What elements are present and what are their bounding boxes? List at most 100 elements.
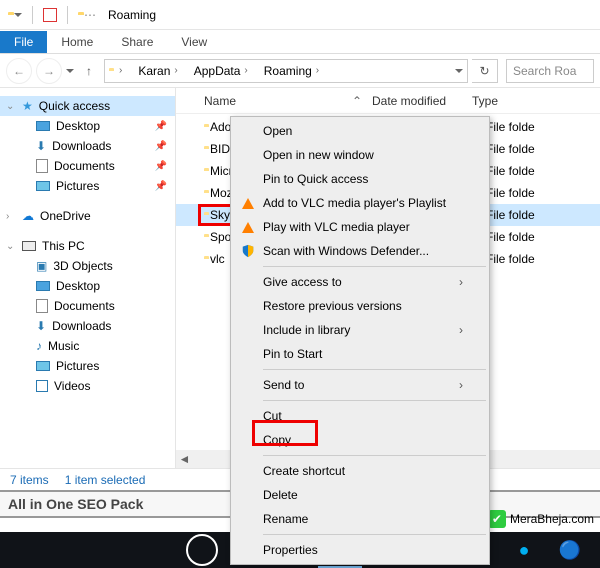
nav-pictures-pc[interactable]: Pictures [0,356,175,376]
ctx-give-access[interactable]: Give access to› [233,270,487,294]
nav-pane: ⌄ ★ Quick access Desktop 📌 ⬇ Downloads 📌… [0,88,176,468]
nav-label: Downloads [52,139,111,153]
nav-documents[interactable]: Documents 📌 [0,156,175,176]
refresh-button[interactable]: ↻ [472,59,498,83]
nav-up-button[interactable]: ↑ [78,60,100,82]
ribbon-tabs: File Home Share View [0,30,600,54]
nav-pictures[interactable]: Pictures 📌 [0,176,175,196]
quick-access-icon: ★ [22,99,33,113]
window-title: Roaming [104,8,156,22]
breadcrumb[interactable]: Karan› [132,62,183,80]
documents-icon [36,299,48,313]
col-type[interactable]: Type [472,94,600,108]
expand-icon[interactable]: › [6,211,9,222]
nav-onedrive[interactable]: › ☁ OneDrive [0,206,175,226]
tab-home[interactable]: Home [47,31,107,53]
nav-music[interactable]: ♪ Music [0,336,175,356]
submenu-arrow-icon: › [459,323,463,337]
qat-dropdown-icon[interactable] [14,13,22,17]
nav-label: Pictures [56,359,99,373]
pin-icon: 📌 [155,121,167,132]
ctx-rename[interactable]: Rename [233,507,487,531]
watermark: ✔ MeraBheja.com [488,510,594,528]
nav-label: Desktop [56,119,100,133]
column-headers[interactable]: Name ⌃ Date modified Type [176,88,600,114]
title-bar: ⋯ Roaming [0,0,600,30]
nav-downloads[interactable]: ⬇ Downloads 📌 [0,136,175,156]
nav-back-button[interactable]: ← [6,58,32,84]
scroll-left-button[interactable]: ◄ [176,452,193,466]
ctx-pin-start[interactable]: Pin to Start [233,342,487,366]
file-type: File folde [486,120,600,134]
nav-label: Documents [54,159,115,173]
file-type: File folde [486,164,600,178]
downloads-icon: ⬇ [36,319,46,333]
file-type: File folde [486,252,600,266]
ctx-defender-scan[interactable]: Scan with Windows Defender... [233,239,487,263]
onedrive-icon: ☁ [22,209,34,223]
ctx-create-shortcut[interactable]: Create shortcut [233,459,487,483]
check-icon: ✔ [488,510,506,528]
ctx-vlc-play[interactable]: Play with VLC media player [233,215,487,239]
address-box[interactable]: › Karan› AppData› Roaming› [104,59,468,83]
sort-indicator-icon: ⌃ [342,94,372,108]
file-type: File folde [486,230,600,244]
breadcrumb[interactable]: AppData› [188,62,254,80]
nav-label: Documents [54,299,115,313]
ctx-properties[interactable]: Properties [233,538,487,562]
cortana-icon [186,534,218,566]
ctx-vlc-add[interactable]: Add to VLC media player's Playlist [233,191,487,215]
taskbar-chrome[interactable]: 🔵 [548,532,592,568]
nav-desktop[interactable]: Desktop 📌 [0,116,175,136]
nav-quick-access[interactable]: ⌄ ★ Quick access [0,96,175,116]
address-bar: ← → ↑ › Karan› AppData› Roaming› ↻ Searc… [0,54,600,88]
overflow-icon[interactable]: ⋯ [84,8,96,22]
nav-label: Music [48,339,79,353]
tab-file[interactable]: File [0,31,47,53]
ctx-restore-versions[interactable]: Restore previous versions [233,294,487,318]
taskbar-cortana[interactable] [180,532,224,568]
nav-forward-button: → [36,58,62,84]
tab-share[interactable]: Share [107,31,167,53]
ctx-delete[interactable]: Delete [233,483,487,507]
nav-label: Videos [54,379,90,393]
expand-icon[interactable]: ⌄ [6,241,14,252]
music-icon: ♪ [36,339,42,353]
desktop-icon [36,281,50,291]
nav-documents-pc[interactable]: Documents [0,296,175,316]
col-name[interactable]: Name [204,94,342,108]
separator [32,6,33,24]
nav-videos[interactable]: Videos [0,376,175,396]
nav-this-pc[interactable]: ⌄ This PC [0,236,175,256]
ctx-open[interactable]: Open [233,119,487,143]
submenu-arrow-icon: › [459,378,463,392]
menu-separator [263,455,486,456]
context-menu: Open Open in new window Pin to Quick acc… [230,116,490,565]
status-selected: 1 item selected [65,473,146,487]
col-date[interactable]: Date modified [372,94,472,108]
addr-dropdown-icon[interactable] [455,69,463,73]
ctx-open-new-window[interactable]: Open in new window [233,143,487,167]
breadcrumb[interactable]: Roaming› [258,62,325,80]
ctx-cut[interactable]: Cut [233,404,487,428]
history-dropdown-icon[interactable] [66,69,74,73]
downloads-icon: ⬇ [36,139,46,153]
ctx-pin-quick-access[interactable]: Pin to Quick access [233,167,487,191]
ctx-send-to[interactable]: Send to› [233,373,487,397]
file-type: File folde [486,208,600,222]
properties-icon[interactable] [43,8,57,22]
ctx-copy[interactable]: Copy [233,428,487,452]
nav-3d-objects[interactable]: ▣ 3D Objects [0,256,175,276]
ctx-include-library[interactable]: Include in library› [233,318,487,342]
vlc-icon [239,198,257,209]
desktop-icon [36,121,50,131]
nav-downloads-pc[interactable]: ⬇ Downloads [0,316,175,336]
menu-separator [263,266,486,267]
nav-label: Quick access [39,99,110,113]
search-input[interactable]: Search Roa [506,59,594,83]
nav-desktop-pc[interactable]: Desktop [0,276,175,296]
tab-view[interactable]: View [167,31,221,53]
file-type: File folde [486,186,600,200]
taskbar-skype[interactable]: ● [502,532,546,568]
expand-icon[interactable]: ⌄ [6,101,14,112]
